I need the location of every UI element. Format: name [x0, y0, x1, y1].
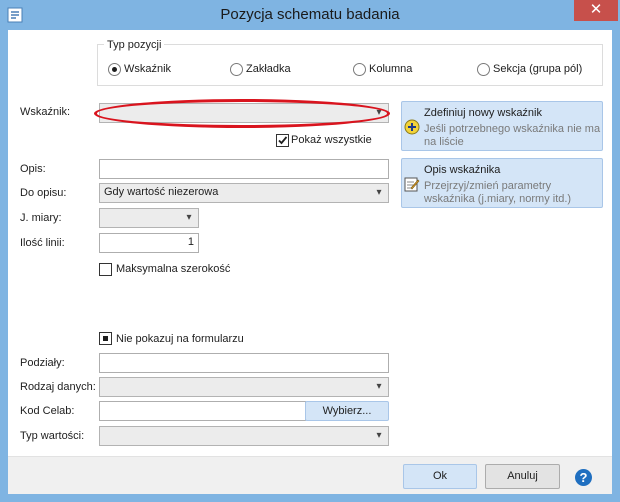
radio-sekcja[interactable] [477, 63, 490, 76]
edit-note-icon [404, 177, 420, 192]
radio-wskaznik-label[interactable]: Wskaźnik [124, 63, 171, 75]
rodzaj-label: Rodzaj danych: [20, 381, 96, 393]
dialog-window: Pozycja schematu badania ✕ Typ pozycji W… [0, 0, 620, 502]
podzialy-input[interactable] [99, 353, 389, 373]
define-indicator-button[interactable]: Zdefiniuj nowy wskaźnik Jeśli potrzebneg… [401, 101, 603, 151]
radio-kolumna[interactable] [353, 63, 366, 76]
chevron-down-icon: ▾ [376, 187, 382, 198]
chevron-down-icon: ▾ [186, 212, 192, 223]
lines-label: Ilość linii: [20, 237, 65, 249]
hide-on-form-checkbox[interactable] [99, 332, 112, 345]
help-icon[interactable]: ? [575, 469, 592, 486]
chevron-down-icon: ▾ [376, 381, 382, 392]
rodzaj-combo[interactable]: ▾ [99, 377, 389, 397]
define-indicator-sub2: na liście [424, 136, 464, 148]
title-bar[interactable]: Pozycja schematu badania ✕ [0, 0, 620, 30]
group-title: Typ pozycji [104, 39, 165, 51]
checkbox-square-mark [103, 336, 108, 341]
jm-combo[interactable]: ▾ [99, 208, 199, 228]
opis-input[interactable] [99, 159, 389, 179]
cancel-button[interactable]: Anuluj [485, 464, 560, 489]
wskaznik-label: Wskaźnik: [20, 106, 71, 118]
define-indicator-sub1: Jeśli potrzebnego wskaźnika nie ma [424, 123, 601, 135]
dialog-body [8, 30, 612, 494]
do-opisu-value: Gdy wartość niezerowa [104, 186, 219, 198]
radio-zakladka-label[interactable]: Zakładka [246, 63, 291, 75]
chevron-down-icon: ▾ [376, 430, 382, 441]
show-all-checkbox[interactable] [276, 134, 289, 147]
describe-indicator-button[interactable]: Opis wskaźnika Przejrzyj/zmień parametry… [401, 158, 603, 208]
max-width-checkbox[interactable] [99, 263, 112, 276]
annotation-ellipse [94, 99, 390, 128]
describe-indicator-sub2: wskaźnika (j.miary, normy itd.) [424, 193, 572, 205]
wybierz-button[interactable]: Wybierz... [305, 401, 389, 421]
max-width-label[interactable]: Maksymalna szerokość [116, 263, 230, 275]
define-indicator-title: Zdefiniuj nowy wskaźnik [424, 107, 542, 119]
window-title: Pozycja schematu badania [220, 6, 400, 23]
typ-label: Typ wartości: [20, 430, 85, 442]
radio-kolumna-label[interactable]: Kolumna [369, 63, 412, 75]
show-all-label[interactable]: Pokaż wszystkie [291, 134, 372, 146]
kod-input[interactable] [99, 401, 306, 421]
jm-label: J. miary: [20, 212, 62, 224]
checkmark-icon [278, 136, 288, 145]
describe-indicator-title: Opis wskaźnika [424, 164, 501, 176]
do-opisu-combo[interactable]: Gdy wartość niezerowa ▾ [99, 183, 389, 203]
radio-wskaznik[interactable] [108, 63, 121, 76]
ok-button[interactable]: Ok [403, 464, 477, 489]
lines-input[interactable]: 1 [99, 233, 199, 253]
plus-circle-icon [404, 119, 420, 135]
close-button[interactable]: ✕ [574, 0, 618, 21]
describe-indicator-sub1: Przejrzyj/zmień parametry [424, 180, 552, 192]
hide-on-form-label[interactable]: Nie pokazuj na formularzu [116, 333, 244, 345]
do-opisu-label: Do opisu: [20, 187, 67, 199]
kod-label: Kod Celab: [20, 405, 75, 417]
radio-zakladka[interactable] [230, 63, 243, 76]
podzialy-label: Podziały: [20, 357, 65, 369]
typ-combo[interactable]: ▾ [99, 426, 389, 446]
opis-label: Opis: [20, 163, 46, 175]
radio-sekcja-label[interactable]: Sekcja (grupa pól) [493, 63, 582, 75]
